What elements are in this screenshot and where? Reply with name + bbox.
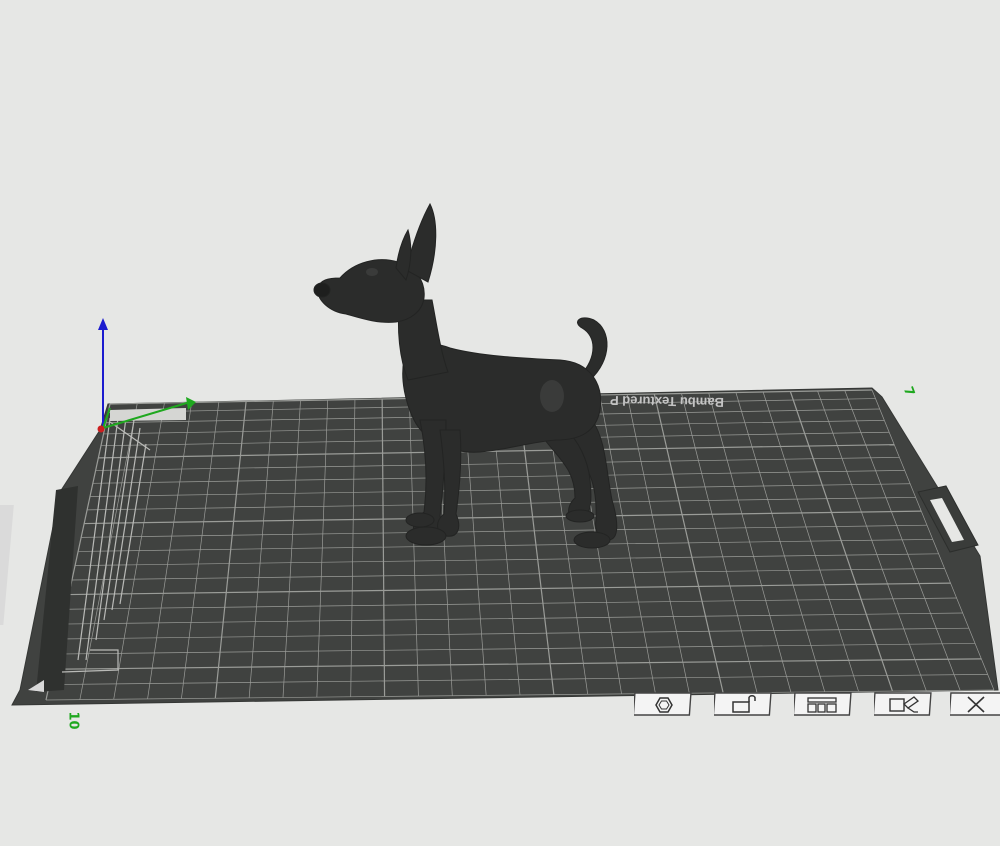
arrange-plate-button[interactable]	[794, 692, 852, 718]
close-icon	[950, 692, 1000, 716]
orient-plate-button[interactable]	[634, 692, 692, 718]
bed-type-label: Bambu Textured P	[609, 393, 725, 410]
hexagon-icon	[634, 692, 692, 716]
delete-plate-button[interactable]	[950, 692, 1000, 718]
origin-point	[97, 425, 105, 433]
arrange-icon	[794, 692, 852, 716]
lock-icon	[714, 692, 772, 716]
lock-plate-button[interactable]	[714, 692, 772, 718]
edit-plate-icon	[874, 692, 932, 716]
3d-viewport[interactable]: Bambu Textured P 10 7	[0, 0, 1000, 841]
origin-label: 10	[65, 711, 81, 730]
edit-plate-button[interactable]	[874, 692, 932, 718]
